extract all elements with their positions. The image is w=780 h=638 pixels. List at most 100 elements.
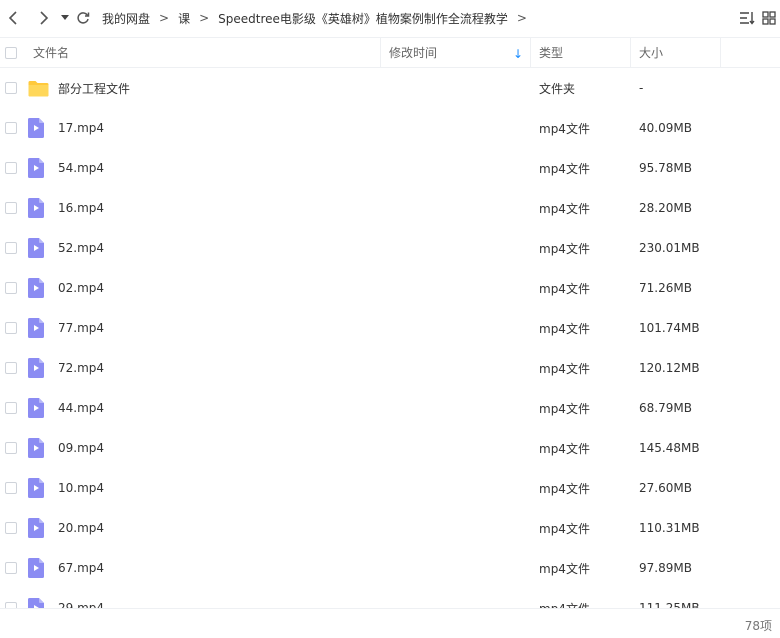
file-icon-wrapper xyxy=(28,238,58,258)
video-file-icon xyxy=(28,478,44,498)
file-row[interactable]: 52.mp4 mp4文件 230.01MB xyxy=(0,228,780,268)
sort-list-button[interactable] xyxy=(736,0,758,36)
row-checkbox[interactable] xyxy=(5,322,17,334)
item-count: 78项 xyxy=(744,619,772,633)
video-file-icon xyxy=(28,318,44,338)
breadcrumb-item-root[interactable]: 我的网盘 xyxy=(102,10,150,27)
file-name-cell: 77.mp4 xyxy=(28,318,381,338)
file-name-cell: 72.mp4 xyxy=(28,358,381,378)
breadcrumb-separator: > xyxy=(199,11,210,25)
row-checkbox[interactable] xyxy=(5,202,17,214)
row-checkbox[interactable] xyxy=(5,162,17,174)
file-name[interactable]: 02.mp4 xyxy=(58,281,104,295)
row-checkbox-cell xyxy=(0,322,28,334)
row-checkbox[interactable] xyxy=(5,122,17,134)
file-type: mp4文件 xyxy=(539,241,590,256)
row-checkbox[interactable] xyxy=(5,362,17,374)
column-header-name-label: 文件名 xyxy=(33,46,70,60)
file-name[interactable]: 20.mp4 xyxy=(58,521,104,535)
file-icon-wrapper xyxy=(28,358,58,378)
file-type: mp4文件 xyxy=(539,600,590,609)
file-name[interactable]: 10.mp4 xyxy=(58,481,104,495)
row-checkbox[interactable] xyxy=(5,562,17,574)
file-name-cell: 54.mp4 xyxy=(28,158,381,178)
file-name-cell: 16.mp4 xyxy=(28,198,381,218)
file-row[interactable]: 29.mp4 mp4文件 111.25MB xyxy=(0,588,780,608)
breadcrumb-item-course[interactable]: 课 xyxy=(178,10,190,27)
file-row[interactable]: 77.mp4 mp4文件 101.74MB xyxy=(0,308,780,348)
row-checkbox[interactable] xyxy=(5,442,17,454)
file-name[interactable]: 17.mp4 xyxy=(58,121,104,135)
file-name-cell: 部分工程文件 xyxy=(28,80,381,97)
grid-view-button[interactable] xyxy=(758,0,780,36)
column-header-type[interactable]: 类型 xyxy=(531,38,631,67)
column-header: 文件名 修改时间 ↓ 类型 大小 xyxy=(0,37,780,68)
column-header-name[interactable]: 文件名 xyxy=(28,38,381,67)
select-all-checkbox[interactable] xyxy=(5,46,17,59)
file-row[interactable]: 44.mp4 mp4文件 68.79MB xyxy=(0,388,780,428)
refresh-icon xyxy=(77,12,90,24)
grid-view-icon xyxy=(762,11,776,25)
file-size: 40.09MB xyxy=(639,121,692,135)
row-checkbox[interactable] xyxy=(5,82,17,94)
video-file-icon xyxy=(28,278,44,298)
row-checkbox-cell xyxy=(0,482,28,494)
row-checkbox[interactable] xyxy=(5,522,17,534)
column-header-type-label: 类型 xyxy=(539,46,564,60)
video-file-icon xyxy=(28,398,44,418)
file-type: mp4文件 xyxy=(539,521,590,536)
file-row[interactable]: 09.mp4 mp4文件 145.48MB xyxy=(0,428,780,468)
back-button[interactable] xyxy=(2,0,24,36)
file-name[interactable]: 54.mp4 xyxy=(58,161,104,175)
file-type: 文件夹 xyxy=(539,81,576,96)
file-name[interactable]: 09.mp4 xyxy=(58,441,104,455)
file-name[interactable]: 29.mp4 xyxy=(58,601,104,608)
file-name[interactable]: 44.mp4 xyxy=(58,401,104,415)
file-row[interactable]: 54.mp4 mp4文件 95.78MB xyxy=(0,148,780,188)
file-row[interactable]: 部分工程文件 文件夹 - xyxy=(0,68,780,108)
sort-descending-icon: ↓ xyxy=(512,47,523,61)
row-checkbox[interactable] xyxy=(5,282,17,294)
forward-button[interactable] xyxy=(33,0,55,36)
file-name-cell: 67.mp4 xyxy=(28,558,381,578)
file-size: 145.48MB xyxy=(639,441,700,455)
file-row[interactable]: 16.mp4 mp4文件 28.20MB xyxy=(0,188,780,228)
file-row[interactable]: 72.mp4 mp4文件 120.12MB xyxy=(0,348,780,388)
file-row[interactable]: 20.mp4 mp4文件 110.31MB xyxy=(0,508,780,548)
breadcrumb-item-current[interactable]: Speedtree电影级《英雄树》植物案例制作全流程教学 xyxy=(218,10,508,27)
row-checkbox[interactable] xyxy=(5,482,17,494)
row-checkbox-cell xyxy=(0,362,28,374)
file-type: mp4文件 xyxy=(539,361,590,376)
breadcrumb-separator: > xyxy=(516,11,527,25)
file-size: 101.74MB xyxy=(639,321,700,335)
file-type: mp4文件 xyxy=(539,201,590,216)
file-type: mp4文件 xyxy=(539,121,590,136)
file-row[interactable]: 17.mp4 mp4文件 40.09MB xyxy=(0,108,780,148)
file-name[interactable]: 16.mp4 xyxy=(58,201,104,215)
row-checkbox[interactable] xyxy=(5,242,17,254)
file-name[interactable]: 部分工程文件 xyxy=(58,80,130,97)
file-row[interactable]: 67.mp4 mp4文件 97.89MB xyxy=(0,548,780,588)
history-dropdown-button[interactable] xyxy=(58,0,72,36)
file-row[interactable]: 10.mp4 mp4文件 27.60MB xyxy=(0,468,780,508)
video-file-icon xyxy=(28,198,44,218)
file-name[interactable]: 77.mp4 xyxy=(58,321,104,335)
file-icon-wrapper xyxy=(28,158,58,178)
file-size: 120.12MB xyxy=(639,361,700,375)
column-header-modified[interactable]: 修改时间 ↓ xyxy=(381,38,531,67)
refresh-button[interactable] xyxy=(72,0,94,36)
column-header-size[interactable]: 大小 xyxy=(631,38,721,67)
row-checkbox[interactable] xyxy=(5,402,17,414)
file-icon-wrapper xyxy=(28,398,58,418)
video-file-icon xyxy=(28,518,44,538)
row-checkbox-cell xyxy=(0,562,28,574)
file-name[interactable]: 67.mp4 xyxy=(58,561,104,575)
file-name[interactable]: 72.mp4 xyxy=(58,361,104,375)
breadcrumb: 我的网盘 > 课 > Speedtree电影级《英雄树》植物案例制作全流程教学 … xyxy=(102,10,536,27)
file-size: 71.26MB xyxy=(639,281,692,295)
file-row[interactable]: 02.mp4 mp4文件 71.26MB xyxy=(0,268,780,308)
file-type: mp4文件 xyxy=(539,561,590,576)
row-checkbox-cell xyxy=(0,162,28,174)
chevron-left-icon xyxy=(8,11,17,25)
file-name[interactable]: 52.mp4 xyxy=(58,241,104,255)
